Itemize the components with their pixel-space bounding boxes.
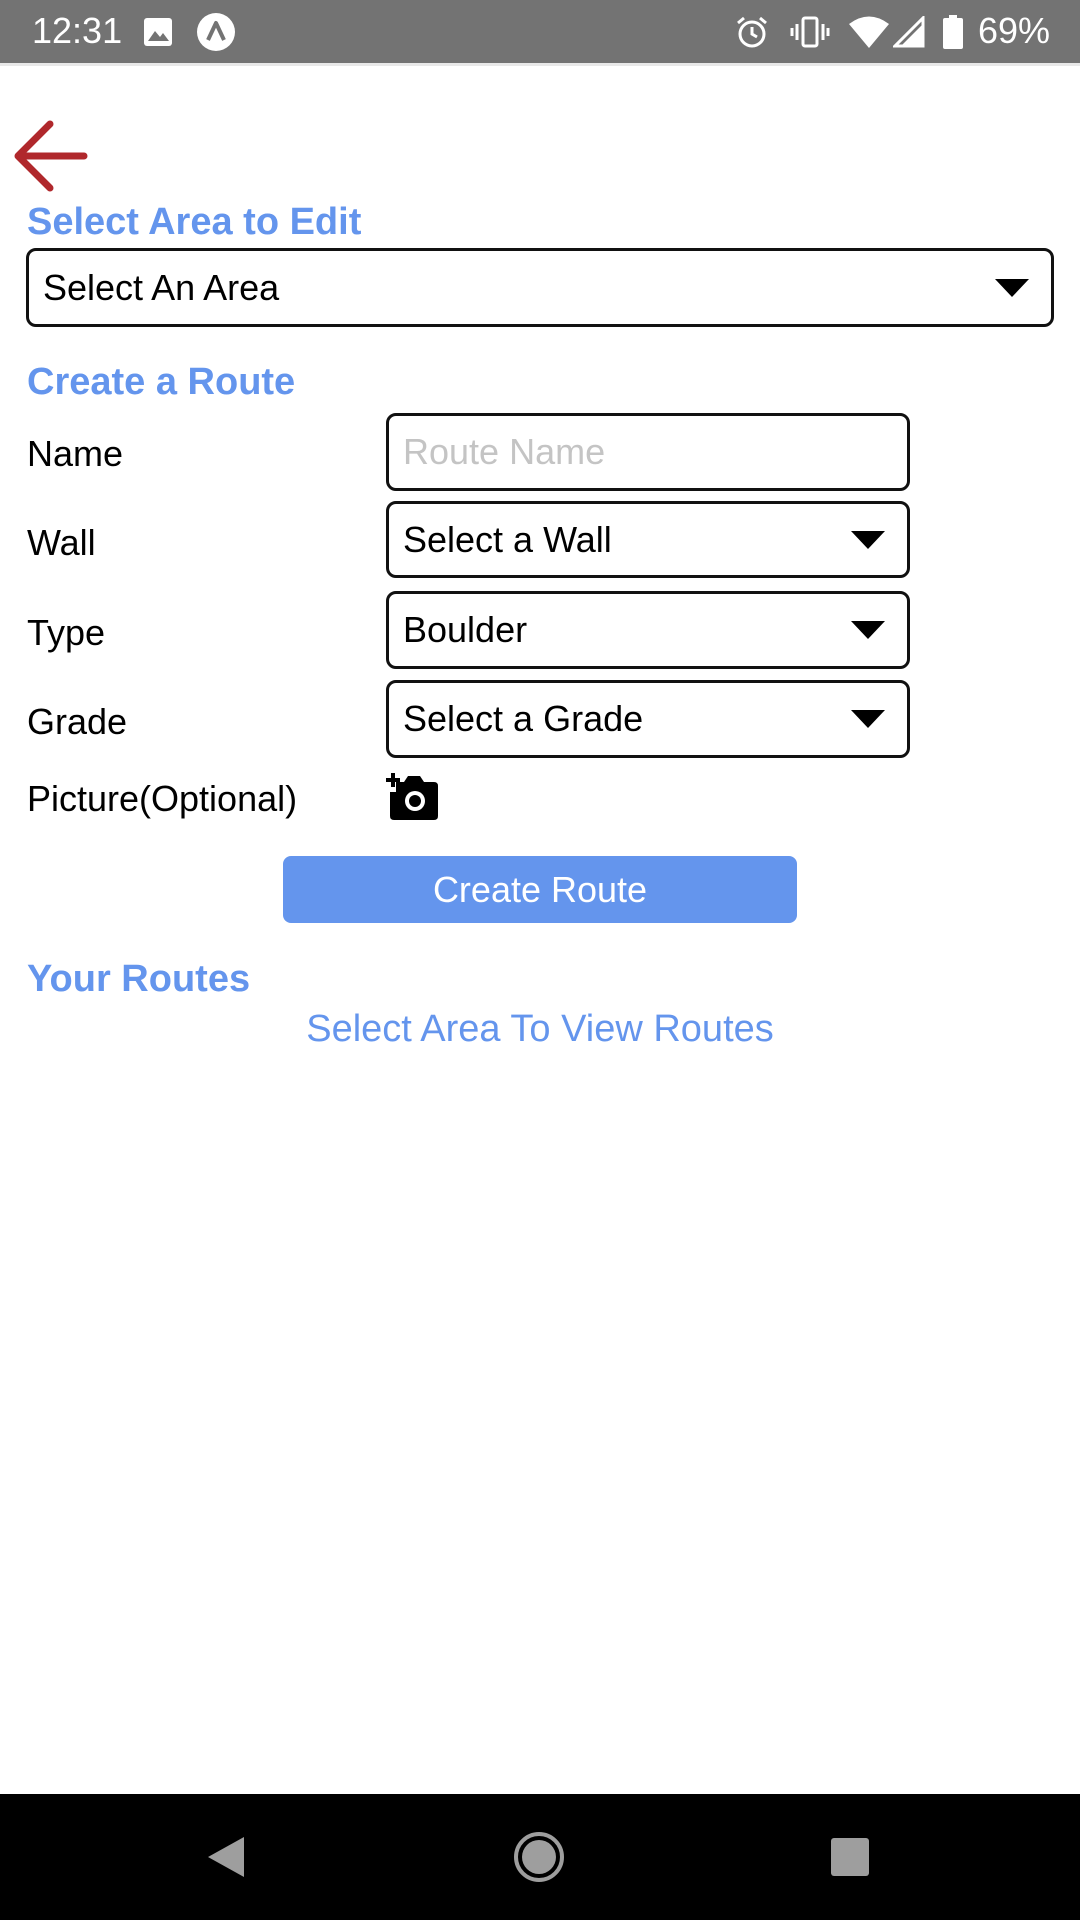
type-select[interactable]: Boulder: [386, 591, 910, 669]
your-routes-title: Your Routes: [27, 958, 251, 1000]
signal-icon: [893, 0, 925, 63]
back-button[interactable]: [12, 118, 92, 194]
area-select-value: Select An Area: [43, 266, 280, 308]
create-route-button[interactable]: Create Route: [283, 856, 797, 923]
chevron-down-icon: [851, 621, 885, 639]
status-time: 12:31: [32, 10, 123, 51]
battery-icon: [942, 0, 964, 63]
add-photo-camera-icon: [386, 773, 438, 820]
nav-home-button[interactable]: [479, 1794, 599, 1920]
status-bar: 12:31 69%: [0, 0, 1080, 63]
image-icon: [143, 0, 173, 63]
grade-select[interactable]: Select a Grade: [386, 680, 910, 758]
grade-select-value: Select a Grade: [403, 698, 644, 739]
name-label: Name: [27, 433, 124, 474]
grade-label: Grade: [27, 701, 128, 742]
select-area-title: Select Area to Edit: [27, 201, 362, 243]
wall-select[interactable]: Select a Wall: [386, 501, 910, 578]
nav-back-button[interactable]: [166, 1794, 286, 1920]
app-notification-icon: [196, 0, 236, 63]
wifi-icon: [848, 0, 890, 63]
battery-percentage: 69%: [977, 10, 1050, 51]
navigation-bar: [0, 1794, 1080, 1920]
back-triangle-icon: [208, 1837, 244, 1877]
type-select-value: Boulder: [403, 609, 528, 650]
nav-recents-button[interactable]: [790, 1794, 910, 1920]
picture-label: Picture(Optional): [27, 778, 298, 819]
alarm-icon: [734, 0, 770, 63]
create-route-title: Create a Route: [27, 361, 296, 403]
area-select[interactable]: Select An Area: [26, 248, 1054, 327]
home-circle-icon: [514, 1832, 564, 1882]
add-picture-button[interactable]: [386, 772, 440, 822]
arrow-left-icon: [14, 120, 88, 192]
wall-select-value: Select a Wall: [403, 518, 612, 560]
chevron-down-icon: [851, 530, 885, 549]
type-label: Type: [27, 612, 106, 653]
chevron-down-icon: [995, 278, 1029, 297]
routes-empty-message: Select Area To View Routes: [306, 1008, 774, 1050]
recents-square-icon: [831, 1838, 869, 1876]
vibrate-icon: [790, 0, 830, 63]
status-divider: [0, 63, 1080, 66]
chevron-down-icon: [851, 710, 885, 728]
wall-label: Wall: [27, 522, 96, 563]
route-name-input[interactable]: [386, 413, 910, 491]
